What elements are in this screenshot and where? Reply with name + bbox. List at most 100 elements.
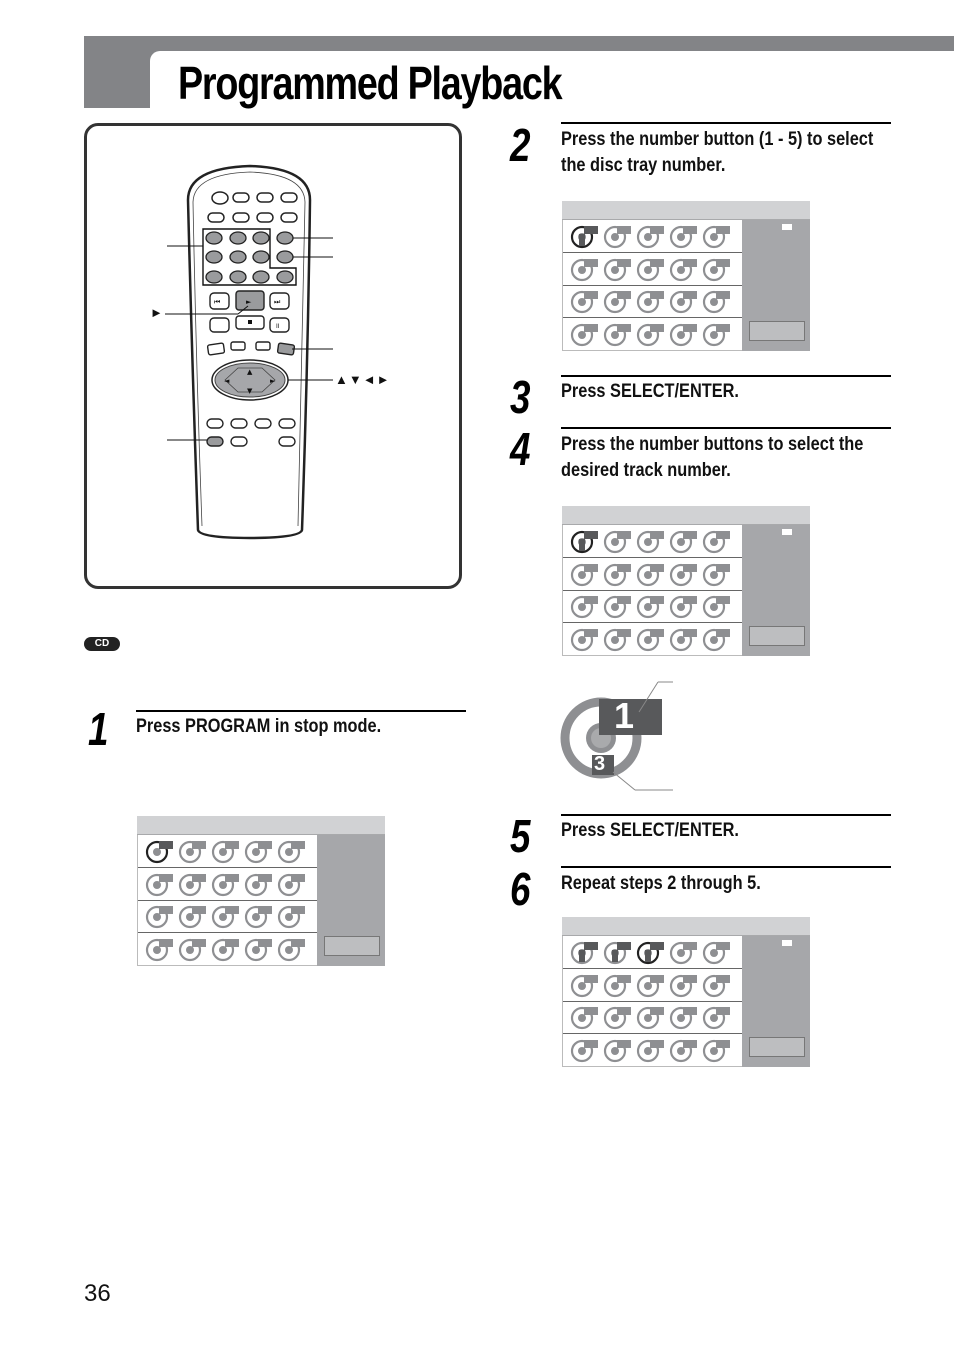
disc-track-icon <box>277 901 307 931</box>
disc-track-icon <box>178 836 208 866</box>
disc-track-icon <box>603 1035 633 1065</box>
disc-grid-row <box>563 623 743 655</box>
disc-track-icon <box>702 559 732 589</box>
disc-track-icon <box>702 221 732 251</box>
track-number: 1 <box>614 695 635 736</box>
svg-text:⏮: ⏮ <box>214 298 220 306</box>
disc-track-icon <box>570 591 600 621</box>
disc-track-icon <box>669 937 699 967</box>
disc-track-icon <box>277 869 307 899</box>
cd-media-badge: CD <box>84 637 120 651</box>
disc-grid-row <box>138 868 318 901</box>
disc-track-icon <box>669 221 699 251</box>
disc-track-icon <box>603 591 633 621</box>
step-5-number: 5 <box>510 810 531 862</box>
disc-track-icon <box>669 591 699 621</box>
disc-track-icon <box>178 901 208 931</box>
step-4-rule <box>561 427 891 429</box>
header-notch <box>150 51 170 108</box>
disc-grid-row <box>563 220 743 253</box>
disc-grid <box>562 220 743 351</box>
disc-track-icon <box>603 221 633 251</box>
disc-track-icon <box>145 836 175 866</box>
disc-track-icon <box>702 624 732 654</box>
disc-track-icon <box>570 1035 600 1065</box>
disc-track-icon <box>603 970 633 1000</box>
disc-track-icon <box>636 970 666 1000</box>
remote-control-illustration: ⏮ ► ⏭ II ▲ ▼ ◄ ► <box>165 164 333 540</box>
disc-track-icon <box>211 934 241 964</box>
svg-text:II: II <box>276 323 280 330</box>
disc-track-icon <box>636 286 666 316</box>
disc-grid-row <box>563 318 743 350</box>
disc-track-icon <box>570 559 600 589</box>
disc-track-icon <box>178 869 208 899</box>
disc-track-icon <box>702 591 732 621</box>
program-screen-step-4 <box>562 506 810 656</box>
program-side-panel <box>742 220 810 351</box>
program-panel-button <box>749 321 805 341</box>
disc-track-icon <box>669 319 699 349</box>
disc-track-icon <box>570 1002 600 1032</box>
disc-grid-row <box>138 933 318 965</box>
disc-grid-row <box>563 590 743 623</box>
disc-grid-row <box>563 285 743 318</box>
disc-track-icon <box>277 836 307 866</box>
disc-track-icon <box>702 937 732 967</box>
disc-grid-row <box>563 558 743 591</box>
program-side-panel <box>317 835 385 966</box>
indicator-flag <box>782 224 792 230</box>
program-panel-button <box>749 626 805 646</box>
tray-number: 3 <box>594 753 606 775</box>
step-3-rule <box>561 375 891 377</box>
disc-grid <box>562 525 743 656</box>
disc-track-icon <box>669 526 699 556</box>
disc-track-icon <box>603 937 633 967</box>
disc-track-icon <box>636 254 666 284</box>
disc-track-icon <box>178 934 208 964</box>
header-bar <box>84 36 954 51</box>
disc-track-icon <box>636 221 666 251</box>
disc-track-icon <box>603 286 633 316</box>
page-number: 36 <box>84 1280 111 1307</box>
page-title: Programmed Playback <box>178 57 563 109</box>
step-3-text: Press SELECT/ENTER. <box>561 381 739 402</box>
disc-grid-row <box>563 1034 743 1066</box>
disc-track-icon <box>669 559 699 589</box>
program-screen-step-6 <box>562 917 810 1067</box>
program-screen-step-2 <box>562 201 810 351</box>
step-6-rule <box>561 866 891 868</box>
svg-text:⏭: ⏭ <box>274 298 281 306</box>
disc-track-icon <box>603 559 633 589</box>
program-side-panel <box>742 936 810 1067</box>
step-1-text: Press PROGRAM in stop mode. <box>136 716 382 737</box>
disc-grid <box>562 936 743 1067</box>
screen-title-bar <box>562 201 810 220</box>
disc-track-icon <box>570 319 600 349</box>
header-tab <box>84 36 160 108</box>
disc-track-icon <box>244 901 274 931</box>
disc-track-icon <box>277 934 307 964</box>
disc-track-icon <box>244 934 274 964</box>
disc-track-icon <box>145 869 175 899</box>
arrow-keys-callout-label: ▲▼◄► <box>335 372 391 387</box>
disc-track-icon <box>636 1035 666 1065</box>
disc-track-icon <box>211 901 241 931</box>
disc-track-icon <box>636 319 666 349</box>
disc-track-icon <box>702 1002 732 1032</box>
step-3-number: 3 <box>510 371 531 423</box>
disc-track-icon <box>570 624 600 654</box>
disc-track-icon <box>636 559 666 589</box>
disc-track-icon <box>211 836 241 866</box>
disc-track-icon <box>702 526 732 556</box>
step-6-number: 6 <box>510 863 531 915</box>
step-1-number: 1 <box>88 703 109 755</box>
disc-track-icon <box>603 254 633 284</box>
indicator-flag <box>782 940 792 946</box>
program-panel-button <box>749 1037 805 1057</box>
step-2-text: Press the number button (1 - 5) to selec… <box>561 129 874 176</box>
disc-track-icon <box>669 286 699 316</box>
step-5-text: Press SELECT/ENTER. <box>561 820 739 841</box>
disc-track-icon <box>702 970 732 1000</box>
step-5-rule <box>561 814 891 816</box>
